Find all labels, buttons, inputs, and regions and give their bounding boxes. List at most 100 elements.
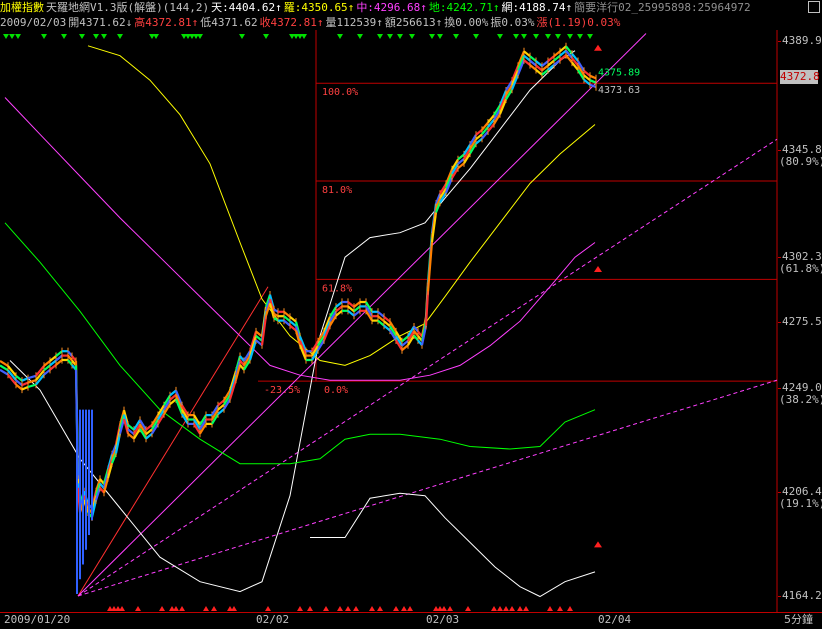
top-signal-marker [387, 34, 393, 39]
y-tick-label: 4249.0 [782, 380, 822, 394]
bottom-signal-marker [509, 606, 515, 611]
header-field: 天羅地網V1.3版(解盤)(144,2) [46, 1, 210, 14]
header-field: 地:4242.71↑ [428, 1, 500, 14]
y-tick-mark [778, 41, 781, 43]
ohlc-header: 2009/02/03 開4371.62↓ 高4372.81↑ 低4371.62 收437… [0, 15, 822, 30]
y-tick-mark [778, 149, 781, 151]
bottom-signal-marker [297, 606, 303, 611]
y-tick-mark [778, 596, 781, 597]
bottom-signal-marker [517, 606, 523, 611]
x-tick-label: 2009/01/20 [4, 613, 71, 626]
top-signal-marker [409, 34, 415, 39]
bottom-signal-marker [353, 606, 359, 611]
top-signal-marker [567, 34, 573, 39]
y-tick-mark [778, 256, 781, 258]
bottom-signal-marker [345, 606, 351, 611]
time-axis [0, 612, 822, 629]
header-field: 網:4188.74↑ [501, 1, 573, 14]
header-field: 開4371.62↓ [68, 16, 133, 29]
bottom-signal-marker [523, 606, 529, 611]
top-signal-marker [357, 34, 363, 39]
top-signal-marker [577, 34, 583, 39]
fib-level-label: 81.0% [322, 185, 352, 196]
header-field: 簡要洋行02_25995898:25964972 [574, 1, 751, 14]
bottom-signal-marker [211, 606, 217, 611]
top-signal-marker [15, 34, 21, 39]
y-tick-label: 4164.2 [782, 589, 822, 602]
header-field: 2009/02/03 [0, 16, 67, 29]
fan-line-red [77, 286, 269, 597]
fib-level-label: 61.8% [322, 283, 352, 294]
bottom-signal-marker [377, 606, 383, 611]
top-signal-marker [587, 34, 593, 39]
window-control-box[interactable] [808, 1, 820, 13]
bottom-signal-marker [557, 606, 563, 611]
top-signal-marker [555, 34, 561, 39]
fan-line-dashed [77, 138, 778, 597]
bottom-signal-marker [173, 606, 179, 611]
bottom-signal-marker [265, 606, 271, 611]
fib-level-label: 0.0% [324, 385, 348, 396]
candlestick-chart[interactable]: 100.0%81.0%61.8%0.0%-23.5%4375.894373.63 [0, 30, 778, 613]
y-tick-label: 4345.8 [782, 142, 822, 156]
top-signal-marker [437, 34, 443, 39]
top-signal-marker [397, 34, 403, 39]
bottom-signal-marker [465, 606, 471, 611]
header-field: 天:4404.62↑ [211, 1, 282, 14]
bottom-signal-marker [337, 606, 343, 611]
price-candle-stroke [21, 377, 29, 382]
bottom-signal-marker [135, 606, 141, 611]
signal-up-arrow [594, 541, 602, 548]
bottom-signal-marker [393, 606, 399, 611]
y-tick-mark [778, 322, 781, 324]
bottom-signal-marker [441, 606, 447, 611]
price-candle-stroke [27, 379, 37, 384]
top-signal-marker [429, 34, 435, 39]
bottom-signal-marker [307, 606, 313, 611]
top-signal-marker [93, 34, 99, 39]
indicator-line-天 [9, 50, 576, 593]
top-signal-marker [3, 34, 9, 39]
header-field: 中:4296.68↑ [356, 1, 427, 14]
header-field: 額256613↑ [384, 16, 443, 29]
bottom-signal-marker [491, 606, 497, 611]
top-signal-marker [117, 34, 123, 39]
top-signal-marker [153, 34, 159, 39]
top-signal-marker [453, 34, 459, 39]
top-signal-marker [533, 34, 539, 39]
top-signal-marker [301, 34, 307, 39]
header-field: 低4371.62 [200, 16, 258, 29]
top-signal-marker [521, 34, 527, 39]
header-field: 量112539↑ [325, 16, 383, 29]
header-field: 振0.03% [490, 16, 535, 29]
price-candle-stroke [273, 308, 279, 313]
top-signal-marker [377, 34, 383, 39]
price-candle-stroke [27, 383, 37, 389]
y-tick-mark [778, 387, 781, 389]
price-axis: 4389.9 4345.8 (80.9%) 4302.3 (61.8%) 4275.5 42… [778, 30, 822, 613]
top-signal-marker [473, 34, 479, 39]
bottom-signal-marker [323, 606, 329, 611]
top-signal-marker [545, 34, 551, 39]
bottom-signal-marker [503, 606, 509, 611]
bottom-signal-marker [203, 606, 209, 611]
top-signal-marker [61, 34, 67, 39]
signal-up-arrow [594, 265, 602, 272]
bottom-signal-marker [159, 606, 165, 611]
bottom-signal-marker [447, 606, 453, 611]
bottom-signal-marker [119, 606, 125, 611]
price-candle-stroke [589, 74, 597, 80]
price-candle-stroke [21, 385, 29, 391]
y-tick-percent: (61.8%) [779, 261, 822, 275]
top-signal-marker [239, 34, 245, 39]
top-signal-marker [497, 34, 503, 39]
top-signal-marker [101, 34, 107, 39]
bottom-signal-marker [231, 606, 237, 611]
period-label[interactable]: 5分鐘 [784, 613, 813, 627]
y-tick-label: 4302.3 [782, 249, 822, 263]
header-field: 羅:4350.65↑ [283, 1, 355, 14]
bottom-signal-marker [179, 606, 185, 611]
top-signal-marker [197, 34, 203, 39]
indicator-line-網 [310, 492, 596, 598]
top-signal-marker [9, 34, 15, 39]
